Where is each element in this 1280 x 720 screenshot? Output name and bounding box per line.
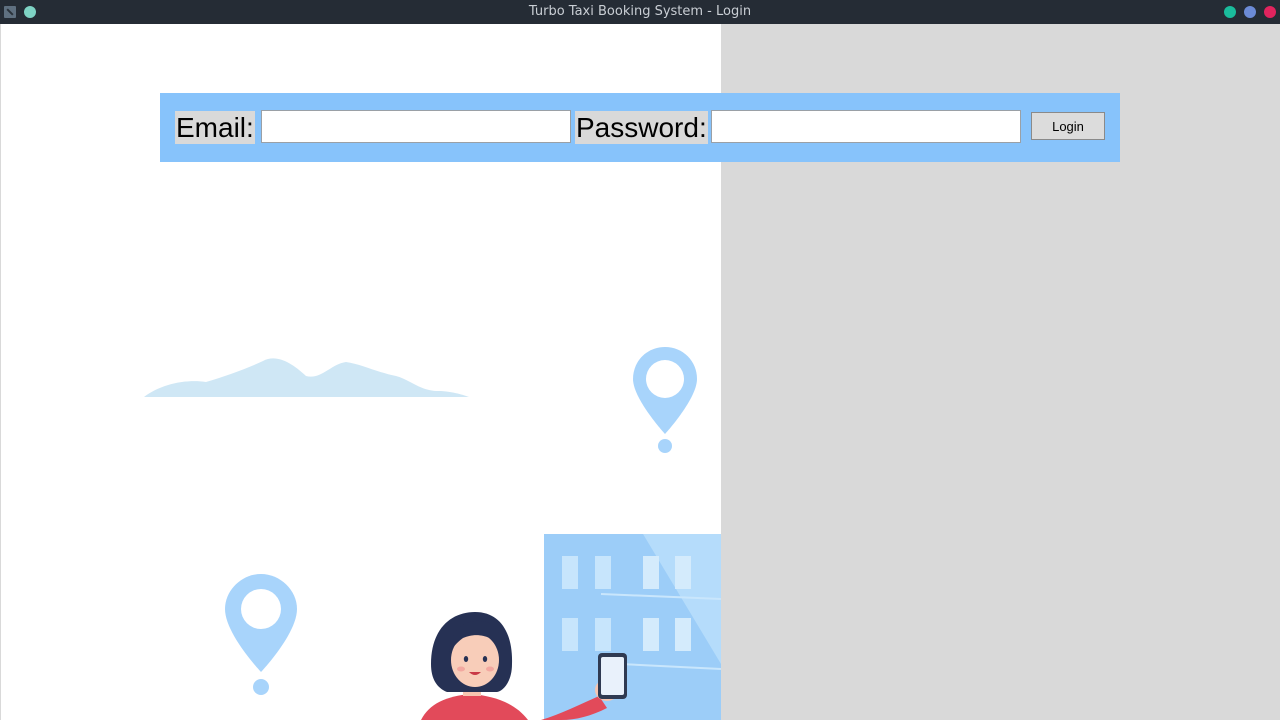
- password-label: Password:: [575, 111, 708, 144]
- password-field[interactable]: [711, 110, 1021, 143]
- login-button[interactable]: Login: [1031, 112, 1105, 140]
- window-title: Turbo Taxi Booking System - Login: [528, 4, 752, 19]
- maximize-button[interactable]: [1244, 6, 1256, 18]
- close-button[interactable]: [1264, 6, 1276, 18]
- login-form: Email: Password: Login: [160, 93, 1120, 162]
- minimize-button[interactable]: [1224, 6, 1236, 18]
- building: [544, 534, 721, 720]
- email-label: Email:: [175, 111, 255, 144]
- email-field[interactable]: [261, 110, 571, 143]
- cloud-shape: [144, 358, 469, 397]
- location-pin-icon: [225, 574, 297, 695]
- location-pin-icon: [633, 347, 697, 453]
- title-bar: Turbo Taxi Booking System - Login: [0, 0, 1280, 24]
